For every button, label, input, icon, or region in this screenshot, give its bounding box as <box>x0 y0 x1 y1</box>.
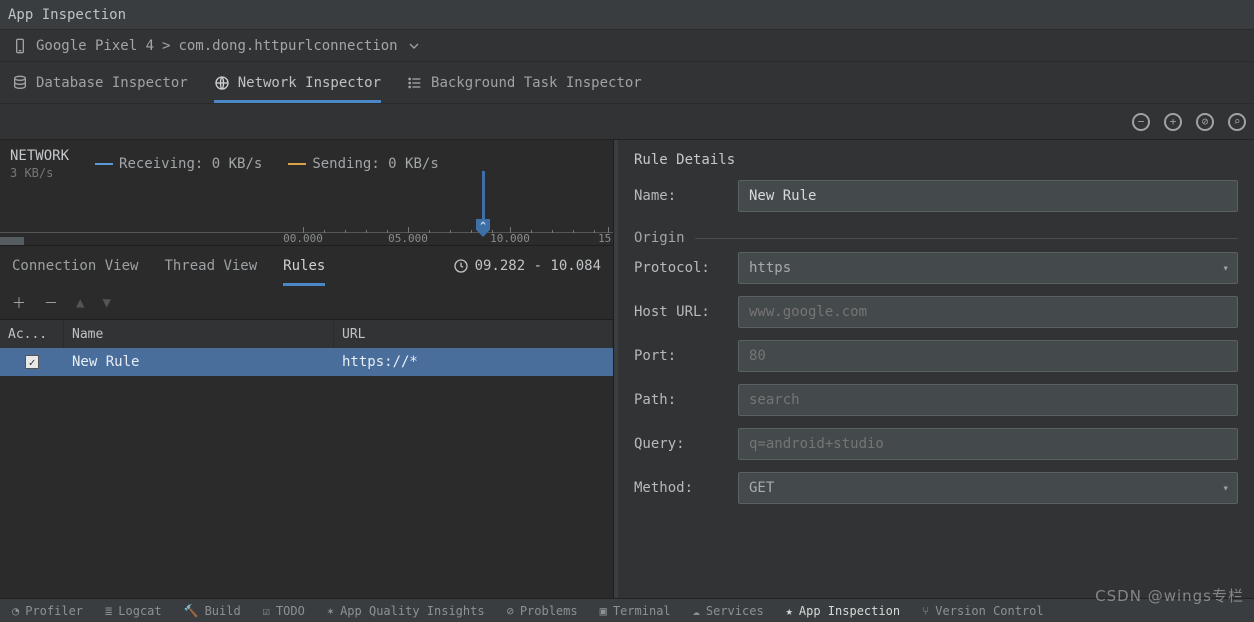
chevron-down-icon[interactable] <box>406 38 422 54</box>
tool-services[interactable]: ☁ Services <box>693 604 764 618</box>
tab-task-label: Background Task Inspector <box>431 75 642 91</box>
rules-table-header: Ac... Name URL <box>0 320 613 348</box>
sending-legend-icon <box>288 163 306 165</box>
app-title: App Inspection <box>8 7 126 23</box>
protocol-value: https <box>749 260 791 276</box>
breadcrumb-process: com.dong.httpurlconnection <box>178 38 397 54</box>
zoom-in-button[interactable]: + <box>1164 113 1182 131</box>
tab-network-inspector[interactable]: Network Inspector <box>214 62 381 103</box>
port-input[interactable] <box>738 340 1238 372</box>
timeline-overview-thumb[interactable] <box>0 237 24 245</box>
tab-database-label: Database Inspector <box>36 75 188 91</box>
tool-todo[interactable]: ☑ TODO <box>263 604 305 618</box>
query-input[interactable] <box>738 428 1238 460</box>
add-rule-button[interactable]: ＋ <box>12 293 26 313</box>
method-field-label: Method: <box>634 480 724 496</box>
move-rule-down-button[interactable]: ▼ <box>102 295 110 311</box>
remove-rule-button[interactable]: － <box>44 293 58 313</box>
database-icon <box>12 75 28 91</box>
bottom-tool-bar: ◔ Profiler ≣ Logcat 🔨 Build ☑ TODO ✶ App… <box>0 598 1254 622</box>
tab-database-inspector[interactable]: Database Inspector <box>12 62 188 103</box>
rules-toolbar: ＋ － ▲ ▼ <box>0 286 613 320</box>
method-value: GET <box>749 480 774 496</box>
port-field-label: Port: <box>634 348 724 364</box>
time-range-label: 09.282 - 10.084 <box>475 258 601 274</box>
app-root: App Inspection Google Pixel 4 > com.dong… <box>0 0 1254 622</box>
left-pane: NETWORK 3 KB/s Receiving: 0 KB/s Sending… <box>0 140 614 598</box>
phone-icon <box>12 38 28 54</box>
inspector-tabs: Database Inspector Network Inspector Bac… <box>0 62 1254 104</box>
reset-zoom-button[interactable]: ⊘ <box>1196 113 1214 131</box>
tool-logcat[interactable]: ≣ Logcat <box>105 604 162 618</box>
timeline-axis[interactable]: 00.00005.00010.00015. <box>0 219 613 245</box>
origin-group-label: Origin <box>634 230 685 246</box>
rules-table: Ac... Name URL ✓ New Rule https://* <box>0 320 613 598</box>
rule-name-cell: New Rule <box>64 348 334 376</box>
chevron-down-icon: ▾ <box>1222 482 1229 495</box>
tool-quality[interactable]: ✶ App Quality Insights <box>327 604 485 618</box>
rule-details-title: Rule Details <box>618 140 1254 174</box>
tab-thread-view[interactable]: Thread View <box>164 246 257 286</box>
table-row[interactable]: ✓ New Rule https://* <box>0 348 613 376</box>
tool-app-inspection[interactable]: ★ App Inspection <box>786 604 900 618</box>
globe-icon <box>214 75 230 91</box>
zoom-selection-button[interactable]: ⌕ <box>1228 113 1246 131</box>
receiving-legend-label: Receiving: 0 KB/s <box>119 156 262 172</box>
tool-terminal[interactable]: ▣ Terminal <box>600 604 671 618</box>
query-field-label: Query: <box>634 436 724 452</box>
receiving-legend-icon <box>95 163 113 165</box>
path-field-label: Path: <box>634 392 724 408</box>
protocol-field-label: Protocol: <box>634 260 724 276</box>
clock-icon <box>453 258 469 274</box>
col-header-url[interactable]: URL <box>334 320 613 348</box>
col-header-name[interactable]: Name <box>64 320 334 348</box>
rule-url-cell: https://* <box>334 348 613 376</box>
col-header-active[interactable]: Ac... <box>0 320 64 348</box>
breadcrumb-sep: > <box>162 38 170 54</box>
protocol-select[interactable]: https ▾ <box>738 252 1238 284</box>
rule-active-checkbox[interactable]: ✓ <box>25 355 39 369</box>
device-breadcrumb[interactable]: Google Pixel 4 > com.dong.httpurlconnect… <box>0 30 1254 62</box>
host-field-label: Host URL: <box>634 304 724 320</box>
toolbar-right: − + ⊘ ⌕ <box>0 104 1254 140</box>
title-bar: App Inspection <box>0 0 1254 30</box>
tab-rules[interactable]: Rules <box>283 246 325 286</box>
tool-problems[interactable]: ⊘ Problems <box>507 604 578 618</box>
network-graph-title: NETWORK <box>10 148 69 164</box>
network-graph-scale: 3 KB/s <box>10 166 69 180</box>
main-split: NETWORK 3 KB/s Receiving: 0 KB/s Sending… <box>0 140 1254 598</box>
tab-network-label: Network Inspector <box>238 75 381 91</box>
tab-connection-view[interactable]: Connection View <box>12 246 138 286</box>
breadcrumb-device: Google Pixel 4 <box>36 38 154 54</box>
tool-version-control[interactable]: ⑂ Version Control <box>922 604 1044 618</box>
rule-name-input[interactable]: New Rule <box>738 180 1238 212</box>
tool-build[interactable]: 🔨 Build <box>184 604 241 618</box>
tab-background-task-inspector[interactable]: Background Task Inspector <box>407 62 642 103</box>
host-url-input[interactable] <box>738 296 1238 328</box>
list-icon <box>407 75 423 91</box>
tool-profiler[interactable]: ◔ Profiler <box>12 604 83 618</box>
name-field-label: Name: <box>634 188 724 204</box>
time-range: 09.282 - 10.084 <box>453 258 601 274</box>
move-rule-up-button[interactable]: ▲ <box>76 295 84 311</box>
sending-legend-label: Sending: 0 KB/s <box>312 156 438 172</box>
divider <box>695 238 1238 239</box>
rule-details-pane: Rule Details Name: New Rule Origin Proto… <box>618 140 1254 598</box>
view-tabs: Connection View Thread View Rules 09.282… <box>0 246 613 286</box>
path-input[interactable] <box>738 384 1238 416</box>
network-graph[interactable]: NETWORK 3 KB/s Receiving: 0 KB/s Sending… <box>0 140 613 246</box>
chevron-down-icon: ▾ <box>1222 262 1229 275</box>
method-select[interactable]: GET ▾ <box>738 472 1238 504</box>
zoom-out-button[interactable]: − <box>1132 113 1150 131</box>
